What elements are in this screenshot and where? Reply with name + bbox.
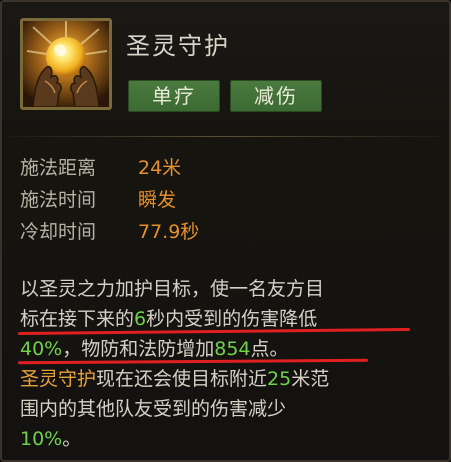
- description-text: 现在还会使目标附近: [96, 368, 268, 390]
- stat-label: 施法距离: [20, 157, 97, 179]
- stat-row-cast-time: 施法时间 瞬发: [20, 184, 440, 216]
- description-text: 围内的其他队友受到的伤害减少: [20, 398, 287, 420]
- header-divider: [10, 136, 441, 137]
- stat-value: 77.9秒: [138, 221, 200, 243]
- holy-orb-hands-icon: [20, 18, 112, 110]
- radius-value: 25: [267, 368, 292, 390]
- description-text: 米范: [291, 368, 330, 390]
- reduction-percent: 40%: [20, 338, 63, 360]
- description-line: 围内的其他队友受到的伤害减少: [20, 394, 440, 424]
- ally-reduction-percent: 10%: [20, 428, 63, 450]
- skill-stats: 施法距离 24米 施法时间 瞬发 冷却时间 77.9秒: [20, 152, 440, 248]
- stat-row-range: 施法距离 24米: [20, 152, 440, 184]
- description-text: 标在接下来的: [20, 308, 135, 330]
- stat-value: 瞬发: [138, 189, 177, 211]
- description-line: 以圣灵之力加护目标，使一名友方目: [20, 274, 440, 304]
- description-text: ，物防和法防增加: [62, 338, 215, 360]
- duration-value: 6: [134, 308, 147, 330]
- description-text: 秒内受到的伤害降低: [146, 308, 318, 330]
- stat-value: 24米: [138, 157, 182, 179]
- description-line: 10%。: [20, 424, 440, 454]
- stat-label: 冷却时间: [20, 221, 97, 243]
- skill-tooltip: 圣灵守护 单疗 减伤 施法距离 24米 施法时间 瞬发 冷却时间 77.9秒 以圣灵之…: [0, 0, 451, 462]
- defense-bonus-value: 854: [214, 338, 251, 360]
- description-text: 以圣灵之力加护目标，使一名友方目: [20, 278, 325, 300]
- tooltip-header: 圣灵守护 单疗 减伤: [2, 2, 449, 132]
- skill-name-reference: 圣灵守护: [20, 368, 97, 390]
- skill-description: 以圣灵之力加护目标，使一名友方目 标在接下来的6秒内受到的伤害降低 40%，物防…: [20, 274, 440, 454]
- description-text: 点。: [250, 338, 289, 360]
- stat-label: 施法时间: [20, 189, 97, 211]
- description-line: 圣灵守护现在还会使目标附近25米范: [20, 364, 440, 394]
- tag-single-heal: 单疗: [128, 80, 220, 112]
- stat-row-cooldown: 冷却时间 77.9秒: [20, 216, 440, 248]
- description-text: 。: [62, 428, 82, 450]
- tag-damage-reduction: 减伤: [230, 80, 322, 112]
- skill-name: 圣灵守护: [126, 32, 230, 60]
